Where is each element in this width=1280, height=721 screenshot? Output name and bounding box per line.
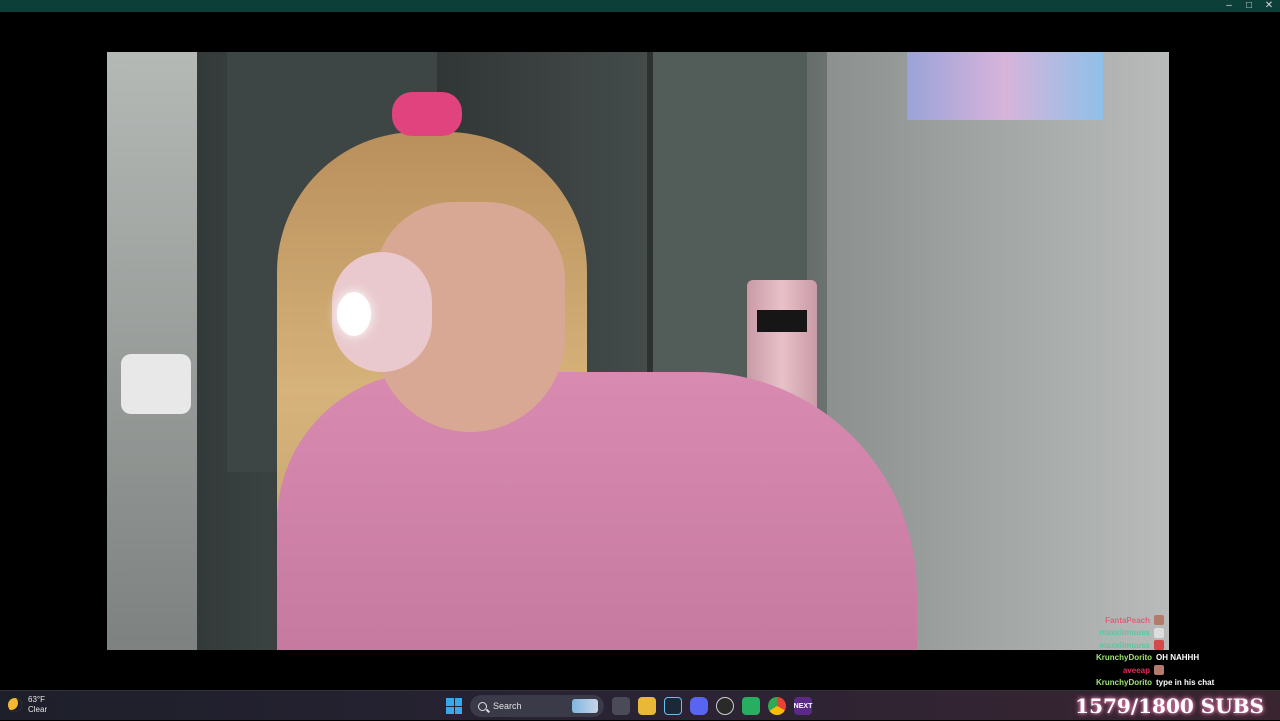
chat-line: FantaPeach	[1080, 614, 1280, 627]
search-highlight-icon	[572, 699, 598, 713]
chat-message: type in his chat	[1156, 678, 1215, 688]
windows-start-icon[interactable]	[446, 698, 462, 714]
chat-username: maxxiimuuss	[1099, 640, 1150, 650]
chat-overlay: FantaPeach maxxiimuuss maxxiimuuss Krunc…	[1080, 614, 1280, 689]
chat-emote-icon	[1154, 640, 1164, 651]
obs-icon[interactable]	[716, 697, 734, 715]
video-wall-left	[107, 52, 197, 650]
stream-video[interactable]	[107, 52, 1169, 650]
streamer-body	[277, 372, 917, 650]
weather-condition: Clear	[28, 705, 48, 714]
chat-emote-icon	[1154, 665, 1164, 676]
chat-emote-icon	[1154, 627, 1164, 638]
video-lamp	[121, 354, 191, 414]
close-button[interactable]: ✕	[1264, 0, 1274, 12]
taskbar-search[interactable]: Search	[470, 695, 604, 717]
weather-widget[interactable]: 63°F Clear	[8, 695, 47, 715]
chat-username: KrunchyDorito	[1096, 678, 1152, 688]
chat-message: OH NAHHH	[1156, 653, 1200, 663]
chat-line: maxxiimuuss	[1080, 639, 1280, 652]
video-poster	[907, 52, 1103, 120]
window-titlebar: – □ ✕	[0, 0, 1280, 12]
spotify-like-icon[interactable]	[742, 697, 760, 715]
chat-line: KrunchyDorito OH NAHHH	[1080, 652, 1280, 665]
search-label: Search	[493, 701, 522, 711]
next-app-icon[interactable]: NEXT	[794, 697, 812, 715]
taskbar-apps: Search NEXT	[446, 694, 812, 718]
task-view-icon[interactable]	[612, 697, 630, 715]
window-controls: – □ ✕	[1224, 0, 1274, 12]
headset-light	[337, 292, 371, 336]
chat-line: maxxiimuuss	[1080, 627, 1280, 640]
file-explorer-icon[interactable]	[638, 697, 656, 715]
fan-display	[757, 310, 807, 332]
search-icon	[478, 701, 487, 711]
chat-line: aveeap	[1080, 664, 1280, 677]
chat-emote-icon	[1154, 615, 1164, 626]
headset-bow	[392, 92, 462, 136]
chat-username: KrunchyDorito	[1096, 653, 1152, 663]
chat-line: KrunchyDorito type in his chat	[1080, 677, 1280, 690]
minimize-button[interactable]: –	[1224, 0, 1234, 12]
steam-icon[interactable]	[664, 697, 682, 715]
weather-text: 63°F Clear	[28, 695, 47, 715]
chrome-icon[interactable]	[768, 697, 786, 715]
chat-username: aveeap	[1122, 665, 1150, 675]
taskbar: 63°F Clear Search NEXT 1579/1800 SUBS	[0, 690, 1280, 720]
moon-icon	[8, 698, 22, 712]
maximize-button[interactable]: □	[1244, 0, 1254, 12]
chat-username: FantaPeach	[1105, 615, 1150, 625]
discord-icon[interactable]	[690, 697, 708, 715]
sub-goal-counter: 1579/1800 SUBS	[1075, 694, 1264, 718]
chat-username: maxxiimuuss	[1099, 628, 1150, 638]
weather-temp: 63°F	[28, 695, 45, 704]
